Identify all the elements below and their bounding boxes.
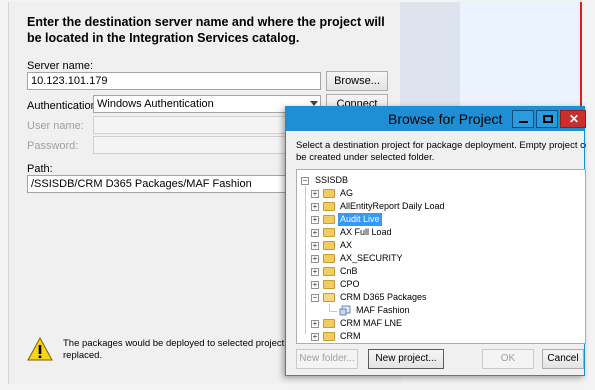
maximize-button[interactable] bbox=[536, 110, 558, 128]
tree-node-crm-d365-packages[interactable]: − CRM D365 Packages bbox=[311, 291, 511, 304]
expand-icon[interactable]: + bbox=[311, 281, 319, 289]
tree-node-label-selected: Audit Live bbox=[338, 213, 382, 226]
tree-node-label: MAF Fashion bbox=[356, 305, 410, 315]
minimize-icon bbox=[519, 121, 528, 123]
ok-button[interactable]: OK bbox=[482, 349, 534, 369]
tree-node-label: SSISDB bbox=[315, 175, 349, 185]
tree-node-ax-full-load[interactable]: + AX Full Load bbox=[311, 226, 511, 239]
dialog-description: Select a destination project for package… bbox=[296, 140, 586, 164]
new-folder-button[interactable]: New folder... bbox=[296, 349, 358, 369]
tree-node-label: AG bbox=[340, 188, 354, 198]
project-icon bbox=[339, 305, 351, 316]
minimize-button[interactable] bbox=[512, 110, 534, 128]
collapse-icon[interactable]: − bbox=[311, 294, 319, 302]
expand-icon[interactable]: + bbox=[311, 242, 319, 250]
expand-icon[interactable]: + bbox=[311, 333, 319, 341]
expand-icon[interactable]: + bbox=[311, 229, 319, 237]
tree-node-maf-fashion[interactable]: MAF Fashion bbox=[327, 304, 527, 317]
new-project-button[interactable]: New project... bbox=[368, 349, 444, 369]
folder-icon bbox=[323, 267, 335, 276]
user-name-label: User name: bbox=[27, 120, 84, 132]
folder-icon bbox=[323, 280, 335, 289]
server-name-input[interactable]: 10.123.101.179 bbox=[27, 72, 321, 90]
password-input[interactable] bbox=[93, 136, 293, 154]
folder-icon bbox=[323, 332, 335, 341]
tree-node-label: CPO bbox=[340, 279, 360, 289]
browse-for-project-dialog: Browse for Project ✕ Select a destinatio… bbox=[285, 106, 586, 376]
tree-guide-line bbox=[305, 186, 306, 334]
tree-node-label: CRM MAF LNE bbox=[340, 318, 403, 328]
expand-icon[interactable]: + bbox=[311, 255, 319, 263]
tree-node-ax[interactable]: + AX bbox=[311, 239, 511, 252]
folder-icon bbox=[323, 189, 335, 198]
user-name-input[interactable] bbox=[93, 116, 293, 134]
expand-icon[interactable]: + bbox=[311, 203, 319, 211]
authentication-value: Windows Authentication bbox=[97, 98, 214, 110]
expand-icon[interactable]: + bbox=[311, 268, 319, 276]
tree-node-label: CRM bbox=[340, 331, 361, 341]
browse-server-button[interactable]: Browse... bbox=[326, 71, 388, 91]
warning-icon bbox=[27, 336, 53, 361]
password-label: Password: bbox=[27, 140, 79, 152]
tree-node-label: AX Full Load bbox=[340, 227, 392, 237]
path-input[interactable]: /SSISDB/CRM D365 Packages/MAF Fashion bbox=[27, 175, 297, 193]
background-window-panel bbox=[400, 2, 460, 112]
folder-icon bbox=[323, 241, 335, 250]
tree-node-ag[interactable]: + AG bbox=[311, 187, 511, 200]
folder-icon bbox=[323, 215, 335, 224]
close-icon: ✕ bbox=[569, 112, 580, 126]
folder-icon bbox=[323, 202, 335, 211]
folder-icon bbox=[323, 228, 335, 237]
folder-icon bbox=[323, 254, 335, 263]
tree-node-audit-live[interactable]: + Audit Live bbox=[311, 213, 511, 226]
tree-node-cnb[interactable]: + CnB bbox=[311, 265, 511, 278]
tree-node-crm[interactable]: + CRM bbox=[311, 330, 511, 343]
tree-node-label: AllEntityReport Daily Load bbox=[340, 201, 445, 211]
dialog-description-line1: Select a destination project for package… bbox=[296, 140, 586, 151]
tree-node-ax-security[interactable]: + AX_SECURITY bbox=[311, 252, 511, 265]
expand-icon[interactable]: + bbox=[311, 320, 319, 328]
dialog-description-line2: be created under selected folder. bbox=[296, 152, 435, 163]
tree-node-cpo[interactable]: + CPO bbox=[311, 278, 511, 291]
tree-node-label: CnB bbox=[340, 266, 358, 276]
tree-node-allentityreport[interactable]: + AllEntityReport Daily Load bbox=[311, 200, 511, 213]
screenshot-stage: Enter the destination server name and wh… bbox=[0, 0, 595, 390]
expand-icon[interactable]: + bbox=[311, 190, 319, 198]
cancel-button[interactable]: Cancel bbox=[542, 349, 584, 369]
dialog-title-bar[interactable]: Browse for Project ✕ bbox=[286, 107, 586, 131]
page-heading: Enter the destination server name and wh… bbox=[27, 15, 385, 45]
tree-node-label: AX_SECURITY bbox=[340, 253, 403, 263]
collapse-icon[interactable]: − bbox=[301, 177, 309, 185]
expand-icon[interactable]: + bbox=[311, 216, 319, 224]
server-name-label: Server name: bbox=[27, 60, 94, 72]
folder-open-icon bbox=[323, 293, 335, 302]
close-button[interactable]: ✕ bbox=[560, 110, 586, 128]
tree-node-crm-maf-lne[interactable]: + CRM MAF LNE bbox=[311, 317, 511, 330]
maximize-icon bbox=[543, 115, 553, 123]
authentication-label: Authentication: bbox=[27, 100, 100, 112]
tree-node-label: CRM D365 Packages bbox=[340, 292, 427, 302]
dialog-title: Browse for Project bbox=[388, 111, 503, 127]
folder-icon bbox=[323, 319, 335, 328]
path-label: Path: bbox=[27, 163, 53, 175]
tree-root-ssisdb[interactable]: − SSISDB bbox=[301, 174, 501, 187]
tree-node-label: AX bbox=[340, 240, 353, 250]
project-tree[interactable]: − SSISDB + AG + AllEntityReport Daily Lo… bbox=[296, 169, 586, 344]
